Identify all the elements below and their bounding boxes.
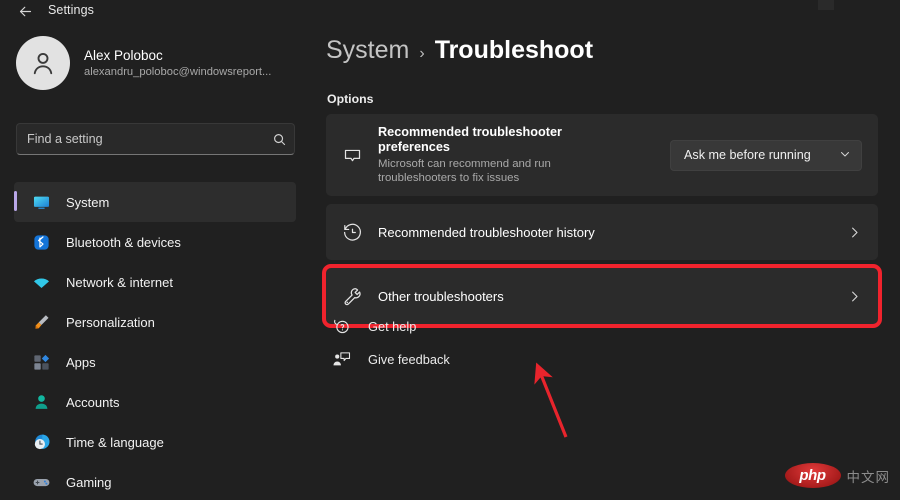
chevron-right-icon[interactable] [847,289,862,304]
gamepad-icon [32,473,51,492]
sidebar-item-personalization[interactable]: Personalization [14,302,296,342]
sidebar-item-label: Gaming [66,474,112,490]
sidebar-item-apps[interactable]: Apps [14,342,296,382]
card-recommended-troubleshooter-preferences[interactable]: Recommended troubleshooter preferences M… [326,114,878,196]
sidebar-item-label: System [66,194,110,210]
breadcrumb-parent[interactable]: System [326,36,409,65]
wifi-icon [32,273,51,292]
person-icon [32,393,51,412]
history-clock-icon [342,222,378,243]
sidebar-item-time-language[interactable]: Time & language [14,422,296,462]
watermark: php 中文网 [784,463,891,488]
watermark-badge: php [784,463,841,488]
apps-grid-icon [32,353,51,372]
footer-link-label: Get help [368,319,417,334]
sidebar-nav: System Bluetooth & devices Network & int… [14,182,296,500]
window-controls[interactable] [818,0,834,10]
card-body: Recommended troubleshooter preferences M… [378,125,670,186]
sidebar: Alex Poloboc alexandru_poloboc@windowsre… [0,22,310,500]
card-title: Other troubleshooters [378,288,504,304]
footer-links: Get help Give feedback [326,310,450,376]
search-icon[interactable] [264,132,294,147]
dropdown-value: Ask me before running [684,148,811,162]
profile-name: Alex Poloboc [84,48,163,63]
sidebar-item-label: Apps [66,354,96,370]
sidebar-item-system[interactable]: System [14,182,296,222]
search-input[interactable] [17,132,264,146]
profile-text: Alex Poloboc alexandru_poloboc@windowsre… [84,48,271,78]
card-recommended-troubleshooter-history[interactable]: Recommended troubleshooter history [326,204,878,260]
card-description: Microsoft can recommend and run troubles… [378,157,551,185]
monitor-icon [32,193,51,212]
sidebar-item-bluetooth-devices[interactable]: Bluetooth & devices [14,222,296,262]
sidebar-item-label: Personalization [66,314,155,330]
breadcrumb: System › Troubleshoot [326,36,593,65]
title-bar: Settings [0,0,900,22]
chevron-right-icon[interactable] [847,225,862,240]
card-body: Other troubleshooters [378,289,847,304]
footer-link-label: Give feedback [368,352,450,367]
card-title: Recommended troubleshooter history [378,224,595,240]
get-help-link[interactable]: Get help [326,310,450,343]
chevron-down-icon [839,148,851,163]
sidebar-item-accounts[interactable]: Accounts [14,382,296,422]
window-title: Settings [48,3,94,17]
sidebar-item-network-internet[interactable]: Network & internet [14,262,296,302]
paintbrush-icon [32,313,51,332]
section-label-options: Options [327,92,374,106]
sidebar-item-gaming[interactable]: Gaming [14,462,296,500]
back-button[interactable] [14,0,36,22]
search-box[interactable] [16,123,295,155]
help-question-bubble-icon [332,317,351,336]
sidebar-item-label: Time & language [66,434,164,450]
card-title: Recommended troubleshooter preferences [378,124,562,154]
sidebar-item-label: Network & internet [66,274,173,290]
main-content: System › Troubleshoot Options Recommende… [310,22,900,500]
wrench-icon [342,286,378,307]
chevron-right-icon: › [419,45,425,62]
avatar [16,36,70,90]
settings-window: Settings Alex Poloboc alexandru_poloboc@… [0,0,900,500]
feedback-person-bubble-icon [332,350,351,369]
card-body: Recommended troubleshooter history [378,225,847,240]
sidebar-item-label: Accounts [66,394,120,410]
sidebar-item-label: Bluetooth & devices [66,234,181,250]
options-card-list: Recommended troubleshooter preferences M… [322,114,882,337]
profile-email: alexandru_poloboc@windowsreport... [84,66,272,78]
clock-globe-icon [32,433,51,452]
page-title: Troubleshoot [434,36,594,64]
recommended-preferences-dropdown[interactable]: Ask me before running [670,139,862,171]
watermark-suffix: 中文网 [846,469,890,485]
user-profile[interactable]: Alex Poloboc alexandru_poloboc@windowsre… [16,36,271,90]
give-feedback-link[interactable]: Give feedback [326,343,450,376]
bluetooth-icon [32,233,51,252]
speech-bubble-icon [342,145,378,166]
